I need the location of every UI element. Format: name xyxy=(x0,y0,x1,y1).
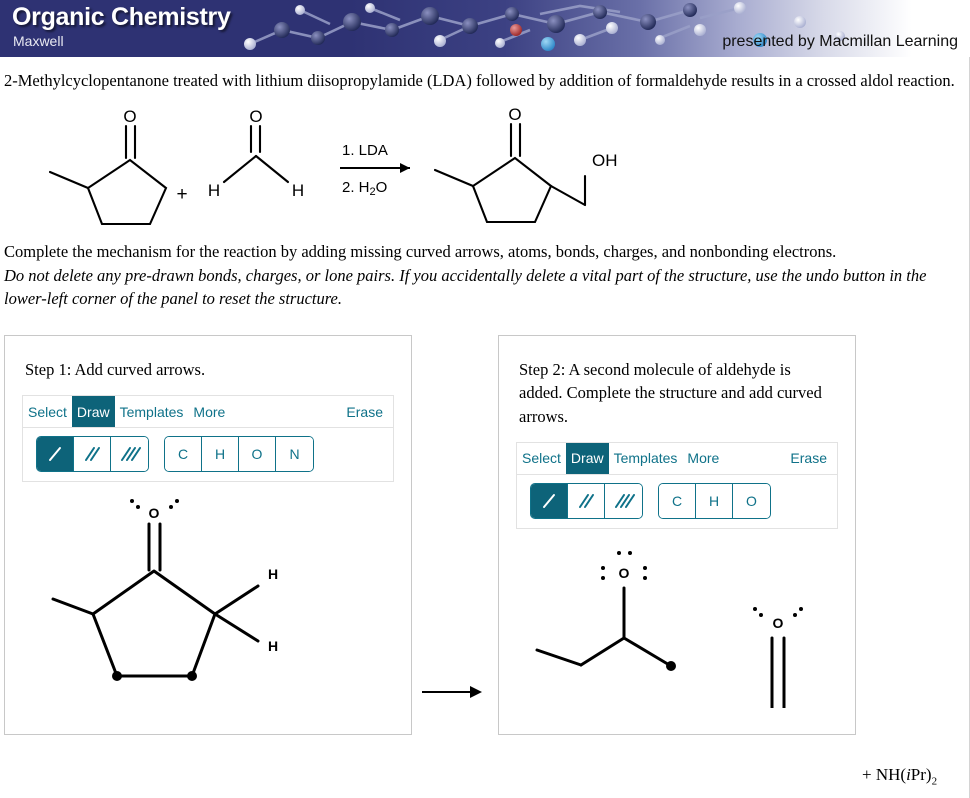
element-button-h[interactable]: H xyxy=(696,483,733,518)
presented-by-label: presented by Macmillan Learning xyxy=(722,33,958,50)
step-1-drawing-canvas[interactable]: O H H xyxy=(5,486,411,721)
tab-more[interactable]: More xyxy=(188,396,230,427)
byproduct-formula-subscript: 2 xyxy=(931,775,938,788)
ring-vertex-dot xyxy=(187,671,197,682)
step-2-aldehyde-oxygen-label: O xyxy=(773,615,784,631)
byproduct-formula-prefix: NH( xyxy=(875,765,907,784)
conditions-arrowhead xyxy=(400,163,410,174)
step-1-oxygen-label: O xyxy=(149,505,160,521)
element-button-o[interactable]: O xyxy=(239,437,276,472)
product-oxygen-label: O xyxy=(508,105,521,124)
conditions-step1-label: 1. LDA xyxy=(342,142,388,159)
single-bond-glyph xyxy=(543,493,555,508)
tab-templates[interactable]: Templates xyxy=(609,443,683,474)
tab-more[interactable]: More xyxy=(682,443,724,474)
step-1-tool-row: C H O N xyxy=(23,428,393,481)
step-2-panel: Step 2: A second molecule of aldehyde is… xyxy=(498,334,856,735)
step-1-toolbar-tabs: Select Draw Templates More Erase xyxy=(23,396,393,429)
triple-bond-glyph xyxy=(120,447,141,462)
tab-select[interactable]: Select xyxy=(23,396,72,427)
element-button-n[interactable]: N xyxy=(276,437,313,472)
reactant1-oxygen-label: O xyxy=(123,107,136,126)
byproduct-label: + NH(iPr)2 xyxy=(862,765,937,787)
formaldehyde-oxygen-label: O xyxy=(249,107,262,126)
tab-draw[interactable]: Draw xyxy=(71,396,115,428)
problem-intro-text: 2-Methylcyclopentanone treated with lith… xyxy=(4,71,955,90)
app-title: Organic Chemistry xyxy=(12,3,231,31)
element-button-c[interactable]: C xyxy=(165,437,202,472)
erase-button[interactable]: Erase xyxy=(341,396,393,427)
erase-button[interactable]: Erase xyxy=(785,443,837,474)
instruction-line-2: Do not delete any pre-drawn bonds, charg… xyxy=(4,265,927,309)
byproduct-formula-mid: Pr) xyxy=(910,765,932,784)
double-bond-icon[interactable] xyxy=(74,437,111,472)
step-1-hydrogen-top-label: H xyxy=(268,566,278,582)
formaldehyde-h-right-label: H xyxy=(292,181,304,200)
instructions-block: Complete the mechanism for the reaction … xyxy=(4,240,957,310)
step-2-title: Step 2: A second molecule of aldehyde is… xyxy=(519,359,822,426)
step-2-enolate-oxygen-label: O xyxy=(619,565,630,581)
element-button-o[interactable]: O xyxy=(733,483,770,518)
enolate-vertex-dot xyxy=(666,660,676,671)
step-2-tool-row: C H O xyxy=(517,475,837,528)
single-bond-icon[interactable] xyxy=(37,437,74,472)
triple-bond-glyph xyxy=(614,493,635,508)
triple-bond-icon[interactable] xyxy=(111,437,148,472)
step-1-molecule-editor[interactable]: Select Draw Templates More Erase C H O N xyxy=(22,395,394,483)
single-bond-glyph xyxy=(49,447,61,462)
tab-templates[interactable]: Templates xyxy=(115,396,189,427)
element-button-group: C H O xyxy=(658,482,771,519)
step-panels-container: Step 1: Add curved arrows. Select Draw T… xyxy=(0,334,969,735)
reaction-scheme-graphic: O + O H H 1. LDA 2. H2O O OH xyxy=(48,105,618,226)
formaldehyde-h-left-label: H xyxy=(208,181,220,200)
step-1-hydrogen-bottom-label: H xyxy=(268,638,278,654)
step-1-title: Step 1: Add curved arrows. xyxy=(25,359,206,379)
reaction-scheme: O + O H H 1. LDA 2. H2O O OH xyxy=(10,100,969,230)
element-button-group: C H O N xyxy=(164,436,314,473)
element-button-h[interactable]: H xyxy=(202,437,239,472)
element-button-c[interactable]: C xyxy=(659,483,696,518)
step-2-molecule-graphic: O O xyxy=(535,550,803,710)
step-2-molecule-editor[interactable]: Select Draw Templates More Erase C H O xyxy=(516,441,838,529)
double-bond-glyph xyxy=(579,493,594,508)
step-2-drawing-canvas[interactable]: O O xyxy=(499,533,855,713)
bond-type-button-group xyxy=(530,482,643,519)
step-1-molecule-graphic: O H H xyxy=(51,499,278,682)
tab-select[interactable]: Select xyxy=(517,443,566,474)
double-bond-icon[interactable] xyxy=(568,483,605,518)
app-header: Organic Chemistry Maxwell presented by M… xyxy=(0,0,970,57)
conditions-step2-label: 2. H2O xyxy=(342,179,387,198)
single-bond-icon[interactable] xyxy=(531,483,568,518)
ring-vertex-dot xyxy=(112,671,122,682)
step-1-panel: Step 1: Add curved arrows. Select Draw T… xyxy=(4,334,412,735)
instruction-line-1: Complete the mechanism for the reaction … xyxy=(4,242,837,262)
product-hydroxyl-label: OH xyxy=(592,151,618,170)
double-bond-glyph xyxy=(85,447,100,462)
tab-draw[interactable]: Draw xyxy=(565,442,609,474)
mechanism-step-arrow xyxy=(422,685,482,698)
byproduct-plus: + xyxy=(862,765,872,784)
plus-sign-1: + xyxy=(176,184,187,205)
triple-bond-icon[interactable] xyxy=(605,483,642,518)
author-name: Maxwell xyxy=(13,33,64,49)
step-2-toolbar-tabs: Select Draw Templates More Erase xyxy=(517,442,837,475)
bond-type-button-group xyxy=(36,436,149,473)
